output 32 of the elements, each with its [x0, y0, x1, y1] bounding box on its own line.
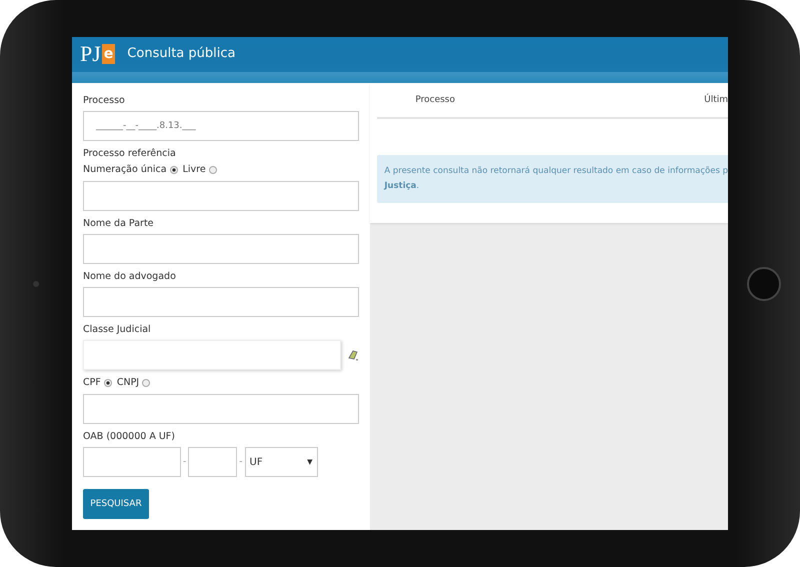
- input-field[interactable]: [188, 447, 238, 477]
- radio-label: CNPJ: [116, 377, 140, 388]
- column-header: Processo: [415, 95, 456, 105]
- input-field[interactable]: [83, 287, 360, 317]
- field-label: Classe Judicial: [83, 324, 152, 335]
- input-field[interactable]: [83, 447, 181, 477]
- radio-button[interactable]: [208, 166, 217, 174]
- separator-text: -: [239, 457, 242, 467]
- radio-button[interactable]: [104, 378, 112, 386]
- input-field[interactable]: [83, 181, 360, 211]
- field-label: Nome do advogado: [83, 271, 177, 282]
- radio-label: CPF: [83, 377, 101, 388]
- radio-button[interactable]: [170, 166, 178, 174]
- radio-label: Numeração única: [83, 164, 167, 175]
- input-field[interactable]: [83, 234, 360, 264]
- eraser-icon[interactable]: [347, 349, 360, 361]
- search-button[interactable]: PESQUISAR: [83, 489, 149, 519]
- field-label: Processo referência: [83, 148, 177, 159]
- process-number-field[interactable]: ______-__-____.8.13.___: [83, 111, 360, 141]
- radio-label: Livre: [182, 164, 206, 175]
- radio-button[interactable]: [142, 378, 150, 386]
- field-label: Nome da Parte: [83, 218, 155, 229]
- camera-icon: [33, 280, 39, 286]
- input-field[interactable]: [83, 394, 360, 424]
- field-label: Processo: [83, 95, 126, 106]
- logo: PJ e: [79, 41, 116, 67]
- notice-text: A presente consulta não retornará qualquer resultado em caso de informações p Justiça.: [377, 155, 728, 203]
- column-header: Últim: [704, 95, 728, 105]
- page-title: Consulta pública: [127, 45, 236, 63]
- separator-text: -: [183, 457, 186, 467]
- field-label: OAB (000000 A UF): [83, 431, 176, 442]
- home-button[interactable]: [747, 266, 781, 300]
